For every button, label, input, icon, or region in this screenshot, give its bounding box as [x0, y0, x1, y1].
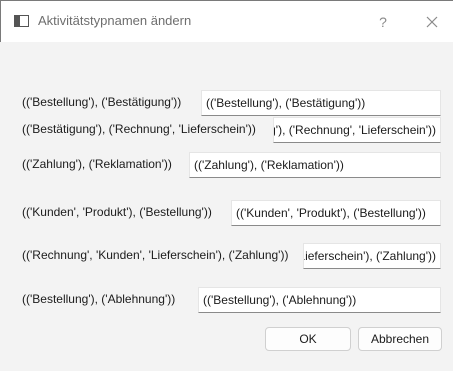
row-input-4[interactable]: (('Kunden', 'Produkt'), ('Bestellung')): [231, 200, 441, 226]
cancel-button[interactable]: Abbrechen: [358, 327, 442, 351]
row-input-1-text: (('Bestellung'), ('Bestätigung')): [206, 96, 366, 110]
row-input-5[interactable]: (('Rechnung', 'Kunden', 'Lieferschein'),…: [303, 243, 441, 269]
row-input-3[interactable]: (('Zahlung'), ('Reklamation')): [189, 152, 441, 178]
window-icon: [14, 15, 29, 27]
rename-activity-types-dialog: Aktivitätstypnamen ändern ? (('Bestellun…: [0, 0, 453, 371]
row-label-1: (('Bestellung'), ('Bestätigung')): [22, 95, 182, 109]
help-button[interactable]: ?: [373, 12, 393, 32]
row-label-3: (('Zahlung'), ('Reklamation')): [22, 157, 172, 171]
row-input-6[interactable]: (('Bestellung'), ('Ablehnung')): [198, 287, 441, 313]
window-title: Aktivitätstypnamen ändern: [38, 13, 192, 28]
row-input-5-text: (('Rechnung', 'Kunden', 'Lieferschein'),…: [303, 249, 436, 263]
row-label-5: (('Rechnung', 'Kunden', 'Lieferschein'),…: [22, 248, 289, 262]
ok-button[interactable]: OK: [265, 327, 351, 351]
row-input-1[interactable]: (('Bestellung'), ('Bestätigung')): [201, 90, 441, 116]
row-label-2: (('Bestätigung'), ('Rechnung', 'Liefersc…: [22, 122, 256, 136]
row-input-4-text: (('Kunden', 'Produkt'), ('Bestellung')): [236, 206, 426, 220]
row-label-6: (('Bestellung'), ('Ablehnung')): [22, 292, 176, 306]
row-input-3-text: (('Zahlung'), ('Reklamation')): [194, 158, 344, 172]
close-button[interactable]: [421, 11, 443, 33]
row-input-6-text: (('Bestellung'), ('Ablehnung')): [203, 293, 357, 307]
title-bar[interactable]: Aktivitätstypnamen ändern ?: [0, 0, 453, 42]
row-input-2-text: (('Bestätigung'), ('Rechnung', 'Liefersc…: [274, 123, 436, 137]
row-input-2[interactable]: (('Bestätigung'), ('Rechnung', 'Liefersc…: [273, 117, 441, 143]
close-icon: [426, 16, 438, 28]
row-label-4: (('Kunden', 'Produkt'), ('Bestellung')): [22, 205, 212, 219]
